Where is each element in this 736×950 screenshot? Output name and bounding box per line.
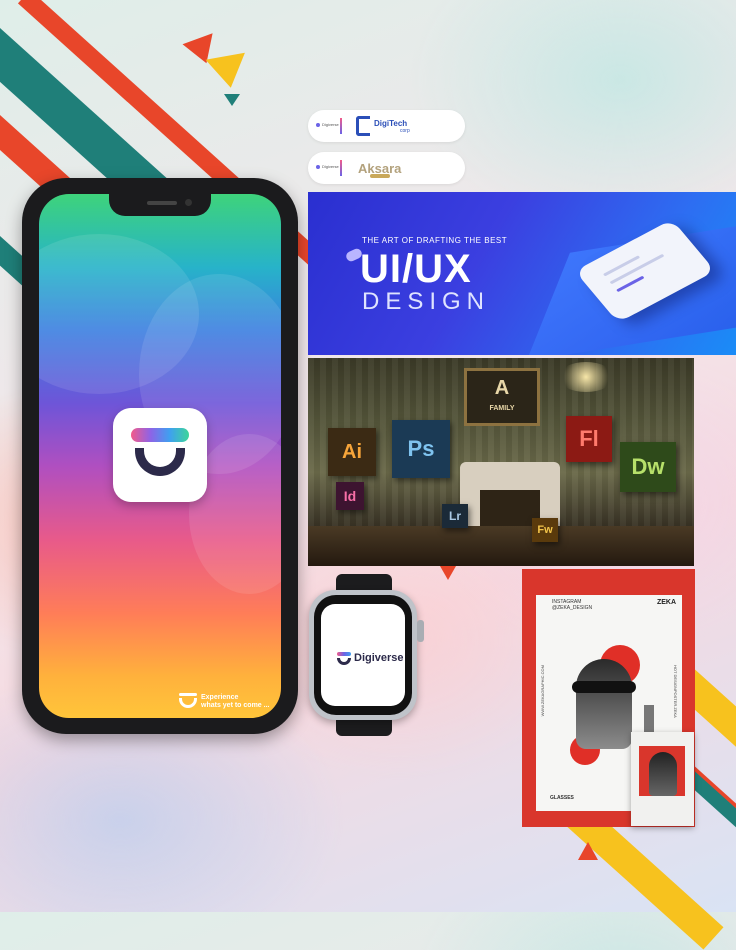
id-label: Id — [343, 488, 357, 504]
chandelier — [558, 362, 614, 392]
app-logo-bar — [131, 428, 189, 442]
digiverse-logo-icon — [337, 658, 351, 665]
phone-ui-line — [602, 255, 641, 277]
pill-separator — [340, 160, 342, 176]
app-logo-smile — [135, 448, 185, 476]
phone-mockup: Experience whats yet to come ... — [22, 178, 298, 734]
poster-portrait — [576, 659, 632, 749]
fw-box: Fw — [532, 518, 558, 542]
digiverse-mini-icon — [316, 123, 320, 127]
watch-bezel: Digiverse — [314, 595, 412, 715]
watch-brand: Digiverse — [354, 652, 404, 664]
triangle-teal — [224, 94, 240, 106]
client-pill-aksara: Digiverse Aksara — [308, 152, 465, 184]
id-box: Id — [336, 482, 364, 510]
triangle-yellow — [205, 52, 251, 92]
tagline-logo-icon — [179, 698, 197, 708]
speaker — [147, 201, 177, 205]
uiux-banner: THE ART OF DRAFTING THE BEST UI/UX DESIG… — [308, 192, 736, 355]
frame-letter: A — [494, 377, 510, 399]
ps-box: Ps — [392, 420, 450, 478]
digiverse-logo-bar — [337, 652, 351, 656]
fw-label: Fw — [537, 524, 553, 536]
poster-left-text: WWW.ZEKAGRAPHIC.COM — [540, 665, 545, 717]
poster-header: INSTAGRAM @ZEKA_DESIGN — [552, 599, 592, 611]
pill-digiverse-label: Digiverse — [322, 122, 339, 127]
client-pill-digitech: Digiverse DigiTech corp — [308, 110, 465, 142]
pill-separator — [340, 118, 342, 134]
smartwatch-mockup: Digiverse — [309, 590, 417, 720]
poster-bottom-label: GLASSES — [550, 795, 574, 801]
lr-label: Lr — [449, 509, 461, 523]
frame-label: FAMILY — [489, 405, 515, 412]
uiux-title: UI/UX — [360, 247, 472, 291]
camera — [185, 199, 192, 206]
phone-notch — [109, 194, 211, 216]
watch-crown — [417, 620, 424, 642]
poster-right-text: HOT DESIGNPOSTER.ZEKA — [673, 665, 678, 718]
tagline-line-2: whats yet to come ... — [201, 702, 270, 709]
fl-label: Fl — [579, 426, 599, 451]
triangle-red — [578, 842, 598, 860]
phone-screen: Experience whats yet to come ... — [39, 194, 281, 718]
dw-box: Dw — [620, 442, 676, 492]
poster-brand: ZEKA — [656, 599, 676, 606]
uiux-design-text: DESIGN — [362, 288, 491, 315]
uiux-subtitle: THE ART OF DRAFTING THE BEST — [362, 236, 508, 245]
floor — [308, 526, 694, 566]
digitech-logo-icon — [356, 116, 370, 136]
watch-screen: Digiverse — [321, 604, 405, 706]
poster-sunglasses — [572, 681, 636, 693]
adobe-family-artwork: A FAMILY Ai Ps Fl Dw Id Lr Fw — [308, 358, 694, 566]
family-portrait-frame: A FAMILY — [464, 368, 540, 426]
digiverse-mini-icon — [316, 165, 320, 169]
app-icon[interactable] — [113, 408, 207, 502]
lr-box: Lr — [442, 504, 468, 528]
tagline-line-1: Experience — [201, 694, 239, 701]
poster-header-line-2: @ZEKA_DESIGN — [552, 605, 593, 611]
digitech-brand-sub: corp — [400, 128, 410, 134]
mini-poster-portrait — [649, 752, 677, 796]
pill-digiverse-label: Digiverse — [322, 164, 339, 169]
ai-box: Ai — [328, 428, 376, 476]
fl-box: Fl — [566, 416, 612, 462]
tagline-logo-bar — [179, 693, 197, 696]
aksara-ornament-icon — [370, 174, 390, 178]
dw-label: Dw — [631, 454, 665, 479]
mini-poster — [631, 732, 694, 826]
digitech-brand: DigiTech — [374, 119, 408, 128]
ps-label: Ps — [407, 436, 435, 461]
ai-label: Ai — [342, 440, 362, 463]
tagline: Experience whats yet to come ... — [201, 694, 269, 710]
triangle-red — [440, 566, 456, 580]
